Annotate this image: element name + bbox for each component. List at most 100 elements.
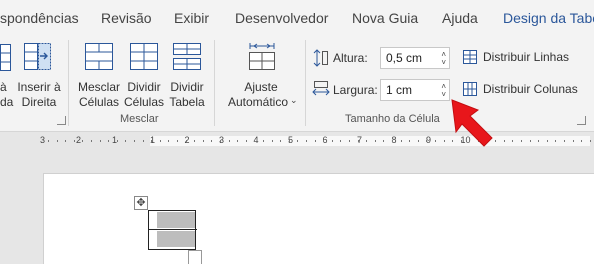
- ruler-tick: [246, 140, 247, 142]
- ruler-tick: [108, 140, 109, 142]
- height-field[interactable]: 0,5 cm ˄ ˅: [380, 47, 450, 69]
- tab-revisao[interactable]: Revisão: [101, 10, 152, 26]
- ruler-tick: [530, 140, 531, 142]
- tab-ajuda[interactable]: Ajuda: [442, 10, 478, 26]
- column-width-icon: [312, 80, 330, 96]
- ruler-tick: [590, 140, 591, 142]
- split-cells-label-2: Células: [123, 95, 165, 109]
- ruler-tick: [125, 140, 126, 142]
- table-row: [149, 211, 197, 230]
- ruler-tick: [538, 140, 539, 142]
- ruler-tick: [229, 140, 230, 142]
- ruler-tick: [82, 140, 83, 142]
- merge-cells-label-2: Células: [78, 95, 120, 109]
- merge-cells-button[interactable]: Mesclar Células: [77, 40, 121, 110]
- ruler-tick: [48, 140, 49, 142]
- spin-down-icon[interactable]: ˅: [441, 91, 446, 99]
- tab-nova-guia[interactable]: Nova Guia: [352, 10, 418, 26]
- ruler-tick: [512, 140, 513, 142]
- ruler-tick: [211, 140, 212, 142]
- split-table-button[interactable]: Dividir Tabela: [167, 40, 207, 110]
- distribute-rows-label: Distribuir Linhas: [483, 50, 570, 64]
- spin-up-icon[interactable]: ˄: [441, 83, 446, 91]
- tab-desenvolvedor[interactable]: Desenvolvedor: [235, 10, 328, 26]
- ruler-tick: [272, 140, 273, 142]
- table-row: [149, 230, 197, 249]
- autofit-label-2: Automático: [227, 95, 289, 109]
- ruler-tick: [194, 140, 195, 142]
- ruler-tick: [168, 140, 169, 142]
- ruler-tick: [564, 140, 565, 142]
- ruler-tick: [263, 140, 264, 142]
- ruler-tick: [100, 140, 101, 142]
- ruler-tick: [323, 140, 324, 142]
- ruler-tick: [426, 140, 427, 142]
- height-value: 0,5 cm: [386, 51, 423, 65]
- autofit-icon: [246, 42, 278, 72]
- ruler-tick: [134, 140, 135, 142]
- ruler-tick: [358, 140, 359, 142]
- ribbon-tab-bar: spondências Revisão Exibir Desenvolvedor…: [0, 0, 594, 36]
- tab-correspondencias[interactable]: spondências: [0, 10, 79, 26]
- split-table-label-2: Tabela: [169, 95, 205, 109]
- cell-size-launcher-icon[interactable]: [577, 116, 586, 125]
- ruler-tick: [254, 140, 255, 142]
- ruler-tick: [383, 140, 384, 142]
- ruler-tick: [444, 140, 445, 142]
- table[interactable]: [148, 210, 197, 250]
- ruler-tick: [366, 140, 367, 142]
- ruler-tick: [74, 140, 75, 142]
- width-value: 1 cm: [386, 83, 413, 97]
- tab-exibir[interactable]: Exibir: [174, 10, 209, 26]
- table-cell-selected[interactable]: [157, 212, 195, 228]
- document-page[interactable]: [43, 173, 594, 264]
- split-cells-button[interactable]: Dividir Células: [123, 40, 165, 110]
- insert-left-label-2: da: [0, 95, 14, 109]
- table-end-marker: [188, 250, 202, 264]
- group-separator: [214, 40, 215, 126]
- distribute-rows-button[interactable]: Distribuir Linhas: [462, 48, 582, 66]
- insert-left-label-1: à: [0, 80, 7, 94]
- ruler-number: 3: [40, 135, 46, 145]
- ruler-number: 2: [76, 135, 82, 145]
- split-cells-label-1: Dividir: [127, 80, 161, 94]
- spin-up-icon[interactable]: ˄: [441, 51, 446, 59]
- red-arrow-annotation: [451, 99, 493, 147]
- ruler-tick: [418, 140, 419, 142]
- ruler-tick: [289, 140, 290, 142]
- width-label: Largura:: [333, 83, 378, 97]
- autofit-label-1: Ajuste: [244, 80, 278, 94]
- ruler-tick: [573, 140, 574, 142]
- chevron-down-icon: ⌄: [290, 95, 298, 105]
- ruler-tick: [117, 140, 118, 142]
- ruler-tick: [401, 140, 402, 142]
- cell-size-group-label: Tamanho da Célula: [345, 113, 440, 125]
- ruler-tick: [57, 140, 58, 142]
- width-field[interactable]: 1 cm ˄ ˅: [380, 79, 450, 101]
- ruler-white-area: [150, 136, 590, 146]
- insert-right-button[interactable]: Inserir à Direita: [17, 40, 61, 110]
- merge-group-label: Mesclar: [120, 113, 159, 125]
- ruler-tick: [409, 140, 410, 142]
- table-cell-selected[interactable]: [157, 231, 195, 247]
- insert-right-label-2: Direita: [21, 95, 57, 109]
- ruler-tick: [340, 140, 341, 142]
- ruler-tick: [392, 140, 393, 142]
- autofit-button[interactable]: Ajuste Automático ⌄: [222, 40, 300, 110]
- rows-columns-launcher-icon[interactable]: [57, 116, 66, 125]
- ruler-tick: [306, 140, 307, 142]
- ruler-tick: [504, 140, 505, 142]
- ruler-tick: [160, 140, 161, 142]
- insert-left-button[interactable]: à da: [0, 40, 14, 110]
- ruler-tick: [203, 140, 204, 142]
- ruler-tick: [143, 140, 144, 142]
- ruler-tick: [435, 140, 436, 142]
- ruler-tick: [581, 140, 582, 142]
- merge-cells-icon: [84, 42, 114, 72]
- split-table-icon: [172, 42, 202, 72]
- insert-right-label-1: Inserir à: [17, 80, 61, 94]
- tab-design-da-tabela[interactable]: Design da Tabe: [503, 10, 594, 26]
- horizontal-ruler[interactable]: 3 2 1 1 2 3 4 5 6 7 8 9 10: [0, 132, 594, 150]
- spin-down-icon[interactable]: ˅: [441, 59, 446, 67]
- table-move-handle-icon[interactable]: ✥: [134, 196, 148, 210]
